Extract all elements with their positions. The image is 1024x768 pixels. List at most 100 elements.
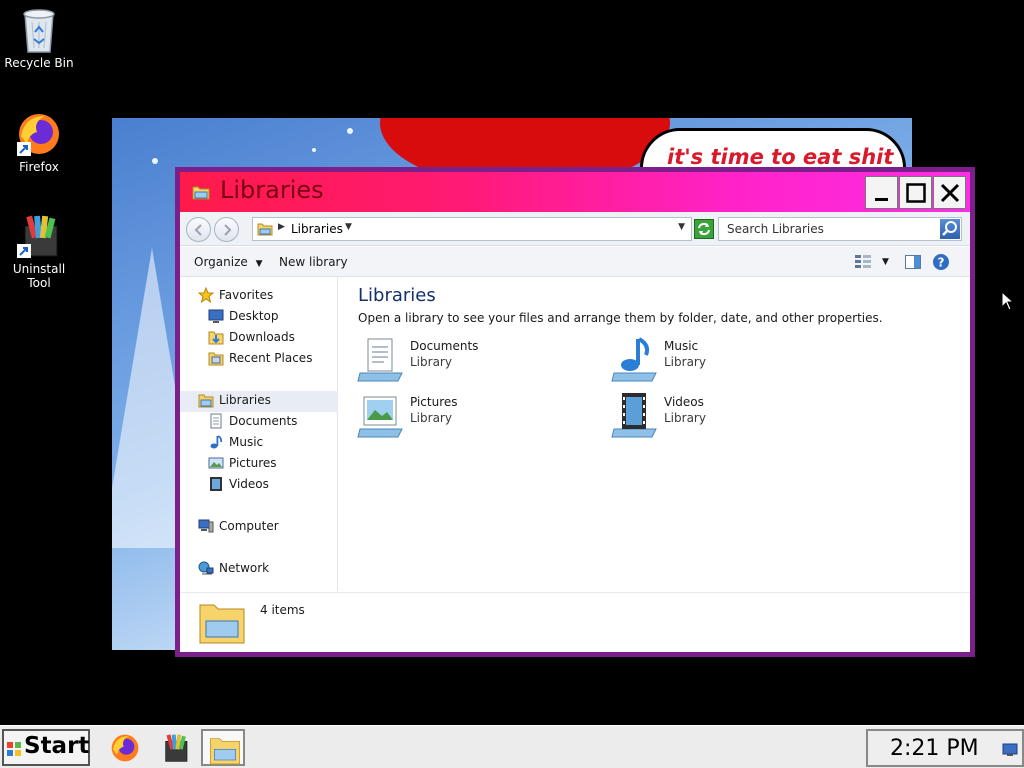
library-type: Library (410, 411, 452, 425)
library-item-videos[interactable]: Videos Library (610, 391, 810, 439)
view-dropdown-icon[interactable]: ▼ (882, 257, 889, 267)
desktop-icon (208, 309, 224, 323)
search-input[interactable]: Search Libraries (718, 217, 962, 241)
nav-item-libraries[interactable]: Libraries (198, 390, 271, 410)
maximize-icon (906, 183, 926, 203)
organize-menu[interactable]: Organize ▼ (194, 255, 263, 269)
address-bar[interactable]: ▶ Libraries ▼ ▼ (252, 217, 692, 241)
documents-icon (210, 413, 222, 428)
navigation-bar: ▶ Libraries ▼ ▼ Search Libraries (180, 212, 970, 246)
library-item-pictures[interactable]: Pictures Library (356, 391, 556, 439)
snowflake-decoration (152, 158, 158, 164)
nav-item-videos[interactable]: Videos (208, 474, 269, 494)
refresh-button[interactable] (694, 219, 714, 239)
window-title: Libraries (220, 176, 324, 204)
library-type: Library (664, 411, 706, 425)
firefox-icon (111, 734, 139, 762)
recycle-bin-icon (23, 9, 55, 53)
taskbar: Start 2:21 PM (0, 725, 1024, 768)
nav-item-documents[interactable]: Documents (208, 411, 297, 431)
network-icon (198, 561, 214, 574)
desktop-icon-recycle-bin[interactable]: Recycle Bin (0, 6, 78, 70)
nav-item-label: Documents (229, 414, 298, 428)
music-icon (611, 337, 657, 382)
nav-item-recent-places[interactable]: Recent Places (208, 348, 312, 368)
title-bar[interactable]: Libraries (180, 172, 970, 212)
mouse-cursor-icon (1001, 291, 1015, 311)
close-icon (940, 183, 960, 203)
view-options-icon[interactable] (854, 253, 872, 271)
forward-arrow-icon (224, 224, 232, 236)
breadcrumb-separator-icon[interactable]: ▶ (278, 222, 285, 232)
pictures-icon (357, 396, 403, 438)
nav-item-label: Music (229, 435, 264, 449)
minimize-button[interactable] (865, 176, 898, 209)
system-tray: 2:21 PM (866, 729, 1024, 767)
windows-logo-icon (7, 742, 21, 756)
nav-item-pictures[interactable]: Pictures (208, 453, 277, 473)
back-button[interactable] (186, 217, 211, 242)
show-desktop-icon[interactable] (1002, 743, 1018, 757)
chevron-down-icon: ▼ (255, 259, 263, 269)
maximize-button[interactable] (899, 176, 932, 209)
library-type: Library (410, 355, 452, 369)
breadcrumb-libraries[interactable]: Libraries (291, 222, 343, 236)
preview-pane-icon[interactable] (904, 253, 922, 271)
page-description: Open a library to see your files and arr… (358, 311, 883, 325)
organize-label: Organize (194, 255, 248, 269)
libraries-window[interactable]: Libraries ▶ Libraries ▼ ▼ Search Librari… (175, 167, 975, 657)
item-count: 4 items (260, 603, 305, 617)
nav-item-label: Desktop (229, 309, 279, 323)
pictures-icon (208, 457, 224, 468)
desktop-icon-uninstall-tool[interactable]: Uninstall Tool (0, 212, 78, 290)
start-button[interactable]: Start (2, 729, 90, 766)
nav-item-label: Videos (229, 477, 269, 491)
chevron-down-icon[interactable]: ▼ (345, 222, 352, 232)
nav-item-desktop[interactable]: Desktop (208, 306, 279, 326)
videos-icon (611, 393, 657, 438)
music-note-icon (210, 434, 223, 448)
library-type: Library (664, 355, 706, 369)
back-arrow-icon (194, 224, 202, 236)
nav-item-computer[interactable]: Computer (198, 516, 279, 536)
nav-item-favorites[interactable]: Favorites (198, 285, 273, 305)
desktop-icon-firefox[interactable]: Firefox (0, 110, 78, 174)
library-folder-icon (192, 186, 210, 200)
nav-item-network[interactable]: Network (198, 558, 269, 578)
taskbar-firefox[interactable] (103, 729, 147, 766)
desktop-icon-label: Uninstall Tool (12, 262, 66, 290)
command-bar: Organize ▼ New library ▼ ? (180, 247, 970, 277)
close-button[interactable] (933, 176, 966, 209)
taskbar-explorer[interactable] (201, 729, 245, 766)
library-name: Videos (664, 395, 704, 409)
uninstall-tool-icon (17, 215, 58, 258)
search-button[interactable] (940, 219, 960, 239)
snowflake-decoration (312, 148, 316, 152)
new-library-button[interactable]: New library (279, 255, 348, 269)
taskbar-uninstall-tool[interactable] (153, 729, 197, 766)
clock[interactable]: 2:21 PM (890, 736, 979, 761)
nav-item-label: Downloads (229, 330, 295, 344)
refresh-icon (698, 222, 710, 236)
page-title: Libraries (358, 285, 436, 306)
nav-item-label: Libraries (219, 393, 271, 407)
nav-item-music[interactable]: Music (208, 432, 263, 452)
start-label: Start (24, 733, 90, 759)
help-icon[interactable]: ? (932, 253, 950, 271)
snowflake-decoration (347, 128, 353, 134)
content-pane: Libraries Open a library to see your fil… (340, 277, 970, 591)
library-item-music[interactable]: Music Library (610, 335, 810, 383)
star-icon (198, 286, 214, 303)
forward-button[interactable] (214, 217, 239, 242)
address-dropdown-icon[interactable]: ▼ (678, 222, 685, 232)
library-name: Pictures (410, 395, 458, 409)
search-icon (942, 221, 957, 236)
library-item-documents[interactable]: Documents Library (356, 335, 556, 383)
library-folder-icon (199, 604, 245, 644)
library-folder-icon (257, 223, 273, 236)
uninstall-tool-icon (165, 734, 188, 762)
nav-item-downloads[interactable]: Downloads (208, 327, 295, 347)
nav-item-label: Network (219, 561, 270, 575)
library-folder-icon (210, 738, 240, 765)
firefox-icon (17, 114, 59, 156)
